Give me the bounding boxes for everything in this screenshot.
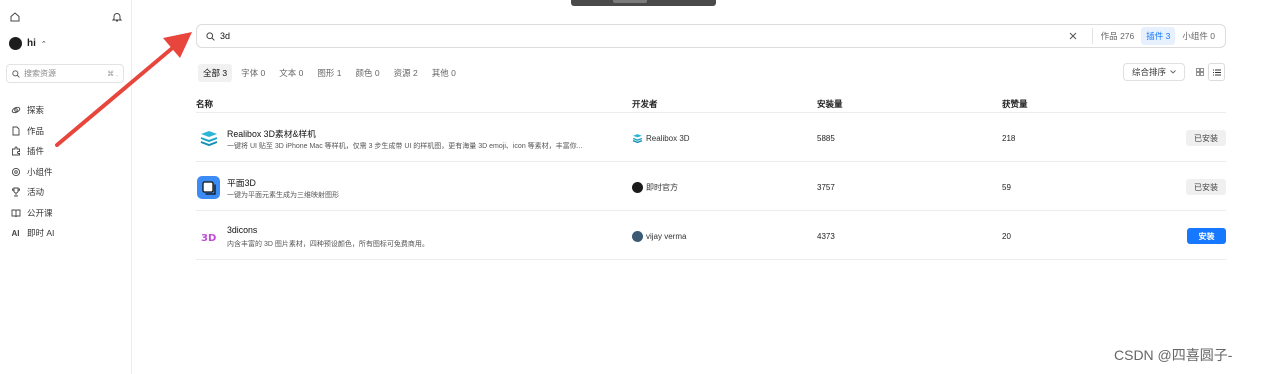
like-count: 20 xyxy=(1002,232,1011,241)
plugin-desc: 内含丰富的 3D 图片素材，四种预设颜色，所有图标可免费商用。 xyxy=(227,241,429,248)
like-count: 59 xyxy=(1002,183,1011,192)
app-window: hi ⌃ 搜索资源 ⌘ . 探索 作品 插件 小组件 活动 公开课 AI 即时 … xyxy=(0,0,1280,374)
sidebar-item-events[interactable]: 活动 xyxy=(10,182,122,203)
sidebar-item-label: 活动 xyxy=(27,187,45,198)
3dicons-logo-icon: 3D xyxy=(197,225,220,248)
sidebar-search-placeholder: 搜索资源 xyxy=(24,69,56,78)
tab-widgets[interactable]: 小组件 0 xyxy=(1177,27,1220,45)
table-row[interactable]: 平面3D 一键为平面元素生成为三维映射图形 即时官方 3757 59 已安装 xyxy=(196,163,1226,211)
flat3d-logo-icon xyxy=(197,176,220,199)
filter-assets[interactable]: 资源 2 xyxy=(389,64,423,82)
installed-button[interactable]: 已安装 xyxy=(1186,179,1226,195)
sidebar-item-widgets[interactable]: 小组件 xyxy=(10,162,122,183)
realibox-dev-icon xyxy=(632,134,643,144)
svg-text:3D: 3D xyxy=(201,233,216,244)
col-developer: 开发者 xyxy=(632,99,658,109)
sidebar-item-label: 公开课 xyxy=(27,207,53,218)
plugin-desc: 一键为平面元素生成为三维映射图形 xyxy=(227,192,339,199)
sidebar-item-plugins[interactable]: 插件 xyxy=(10,141,122,162)
avatar xyxy=(9,37,22,50)
developer-name: 即时官方 xyxy=(646,183,678,192)
divider xyxy=(1091,28,1093,44)
install-button[interactable]: 安装 xyxy=(1187,228,1226,244)
filter-other[interactable]: 其他 0 xyxy=(427,64,461,82)
sidebar-item-label: 探索 xyxy=(27,105,45,116)
filter-all[interactable]: 全部 3 xyxy=(198,64,233,82)
watermark: CSDN @四喜圆子- xyxy=(1114,347,1233,363)
realibox-logo-icon xyxy=(197,127,220,150)
search-input[interactable]: 3d xyxy=(220,31,1066,41)
user-name: hi xyxy=(27,38,36,49)
user-switcher[interactable]: hi ⌃ xyxy=(9,37,47,50)
installed-button[interactable]: 已安装 xyxy=(1186,130,1226,146)
file-icon xyxy=(10,125,21,136)
sidebar: hi ⌃ 搜索资源 ⌘ . 探索 作品 插件 小组件 活动 公开课 AI 即时 … xyxy=(0,0,132,374)
filter-shapes[interactable]: 图形 1 xyxy=(312,64,346,82)
scope-tabs: 作品 276 插件 3 小组件 0 xyxy=(1096,27,1220,45)
sidebar-nav: 探索 作品 插件 小组件 活动 公开课 AI 即时 AI xyxy=(10,100,122,244)
tab-works[interactable]: 作品 276 xyxy=(1096,27,1140,45)
view-toggle xyxy=(1191,63,1225,81)
window-handle xyxy=(571,0,716,6)
tab-plugins[interactable]: 插件 3 xyxy=(1141,27,1176,45)
chevron-updown-icon: ⌃ xyxy=(40,40,47,48)
install-count: 4373 xyxy=(817,232,835,241)
developer-avatar xyxy=(632,231,643,242)
search-bar[interactable]: 3d 作品 276 插件 3 小组件 0 xyxy=(196,24,1226,48)
developer-avatar xyxy=(632,182,643,193)
trophy-icon xyxy=(10,187,21,198)
explore-icon xyxy=(10,105,21,116)
plugin-desc: 一键将 UI 贴至 3D iPhone Mac 等样机，仅需 3 步生成带 UI… xyxy=(227,143,583,150)
search-icon xyxy=(12,69,20,78)
developer-name: vijay verma xyxy=(646,232,687,241)
ai-icon: AI xyxy=(11,228,20,238)
shortcut-hint: ⌘ . xyxy=(107,70,118,78)
sidebar-item-label: 即时 AI xyxy=(27,228,55,239)
search-icon xyxy=(206,31,215,41)
sidebar-item-ai[interactable]: AI 即时 AI xyxy=(10,223,122,244)
filter-colors[interactable]: 颜色 0 xyxy=(351,64,385,82)
puzzle-icon xyxy=(10,146,21,157)
developer[interactable]: vijay verma xyxy=(632,231,686,242)
sidebar-item-label: 插件 xyxy=(27,146,45,157)
sidebar-item-explore[interactable]: 探索 xyxy=(10,100,122,121)
plugin-name[interactable]: Realibox 3D素材&样机 xyxy=(227,127,316,140)
chevron-down-icon xyxy=(1170,70,1176,74)
clear-icon[interactable] xyxy=(1066,29,1080,43)
plugin-name[interactable]: 3dicons xyxy=(227,225,257,235)
widget-icon xyxy=(10,166,21,177)
filter-fonts[interactable]: 字体 0 xyxy=(236,64,270,82)
table-row[interactable]: Realibox 3D素材&样机 一键将 UI 贴至 3D iPhone Mac… xyxy=(196,114,1226,162)
grid-view-icon[interactable] xyxy=(1191,63,1208,81)
developer[interactable]: Realibox 3D xyxy=(632,133,690,144)
sidebar-item-label: 作品 xyxy=(27,125,45,136)
sort-dropdown[interactable]: 综合排序 xyxy=(1123,63,1185,81)
bell-icon[interactable] xyxy=(111,9,123,27)
sidebar-search[interactable]: 搜索资源 ⌘ . xyxy=(6,64,124,83)
category-filters: 全部 3 字体 0 文本 0 图形 1 颜色 0 资源 2 其他 0 xyxy=(198,64,461,82)
sidebar-item-label: 小组件 xyxy=(27,166,53,177)
table-header: 名称 开发者 安装量 获赞量 xyxy=(196,97,1226,113)
like-count: 218 xyxy=(1002,134,1016,143)
install-count: 5885 xyxy=(817,134,835,143)
table-row[interactable]: 3D 3dicons 内含丰富的 3D 图片素材，四种预设颜色，所有图标可免费商… xyxy=(196,212,1226,260)
sidebar-item-courses[interactable]: 公开课 xyxy=(10,203,122,224)
install-count: 3757 xyxy=(817,183,835,192)
sidebar-top xyxy=(10,9,123,23)
list-view-icon[interactable] xyxy=(1208,63,1225,81)
book-icon xyxy=(10,207,21,218)
col-installs: 安装量 xyxy=(817,99,843,109)
filter-text[interactable]: 文本 0 xyxy=(274,64,308,82)
developer[interactable]: 即时官方 xyxy=(632,182,678,193)
home-icon[interactable] xyxy=(10,9,20,27)
sidebar-item-works[interactable]: 作品 xyxy=(10,121,122,142)
sort-label: 综合排序 xyxy=(1131,67,1166,77)
col-name: 名称 xyxy=(196,99,214,109)
plugin-name[interactable]: 平面3D xyxy=(227,176,256,189)
developer-name: Realibox 3D xyxy=(646,134,690,143)
col-likes: 获赞量 xyxy=(1002,99,1028,109)
